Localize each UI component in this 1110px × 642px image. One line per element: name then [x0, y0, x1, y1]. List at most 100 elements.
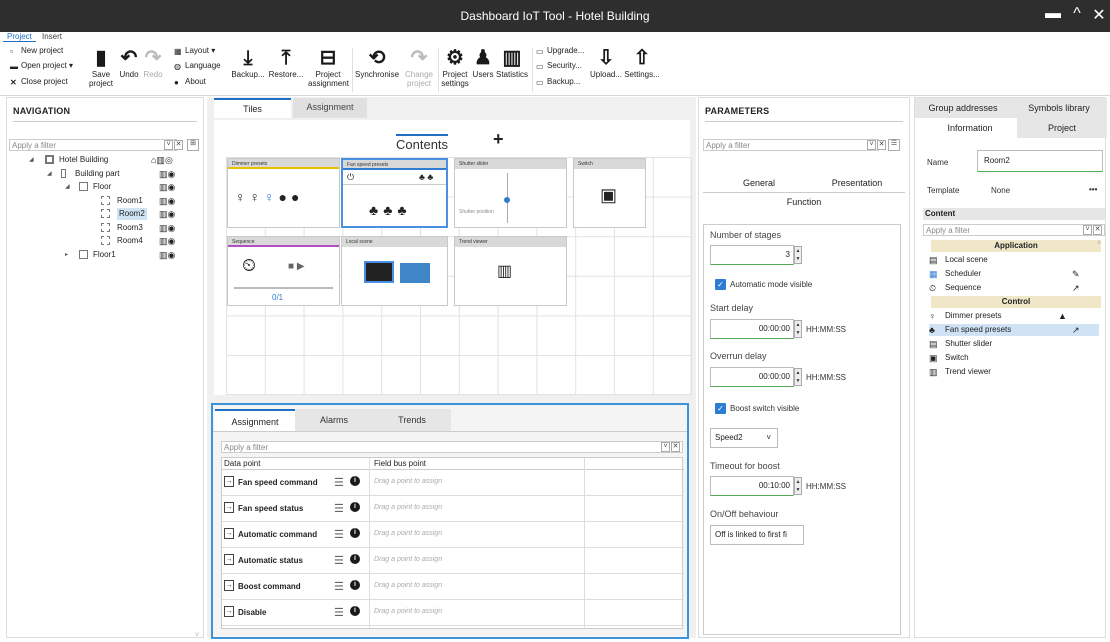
list-item[interactable]: ▣ Switch — [929, 352, 1099, 364]
tile-switch[interactable]: Switch ▣ — [573, 158, 646, 228]
list-icon[interactable]: ☰ — [334, 580, 344, 593]
security-button[interactable]: ▭ Security... — [536, 61, 582, 71]
tab-general[interactable]: General — [709, 178, 809, 188]
synchronise-button[interactable]: ⟲ Synchronise — [355, 46, 399, 79]
tile-shutter-slider[interactable]: Shutter slider Shutter position — [454, 158, 567, 228]
tree-view-icon[interactable]: ⊞ — [187, 139, 199, 151]
list-item[interactable]: ▥ Trend viewer — [929, 366, 1099, 378]
upgrade-button[interactable]: ▭ Upgrade... — [536, 46, 584, 56]
boost-speed-select[interactable]: Speed2 ˅ — [710, 428, 778, 448]
tree-item-floor1[interactable]: ▸ Floor1 ▥◉ — [7, 249, 203, 261]
filter-clear-icon[interactable]: ✕ — [671, 442, 680, 452]
table-row[interactable]: → Disable ☰ i Drag a point to assign — [222, 600, 684, 626]
list-icon[interactable]: ☰ — [334, 528, 344, 541]
more-options-icon[interactable]: ••• — [1089, 185, 1097, 194]
list-item[interactable]: ♣ Fan speed presets ↗ — [929, 324, 1099, 336]
info-icon[interactable]: i — [350, 606, 360, 616]
table-row[interactable]: → Fan speed command ☰ i Drag a point to … — [222, 470, 684, 496]
language-button[interactable]: ◍ Language — [174, 61, 221, 71]
trend-line-icon[interactable]: ↗ — [1072, 324, 1080, 336]
close-button[interactable]: ✕ — [1088, 5, 1110, 25]
device-backup-button[interactable]: ▭ Backup... — [536, 77, 580, 87]
table-row[interactable]: → Fan speed status ☰ i Drag a point to a… — [222, 496, 684, 522]
tile-fan-speed-presets[interactable]: Fan speed presets ⏻ ♣ ♣ ♣♣♣ — [341, 158, 448, 228]
table-row[interactable]: → Automatic status ☰ i Drag a point to a… — [222, 548, 684, 574]
close-project-button[interactable]: ✕ Close project — [10, 77, 68, 87]
start-delay-input[interactable]: 00:00:00 — [710, 319, 794, 339]
info-icon[interactable]: i — [350, 580, 360, 590]
minimize-button[interactable]: ▬ — [1042, 5, 1064, 23]
tile-local-scene[interactable]: Local scene — [341, 236, 448, 306]
info-icon[interactable]: i — [350, 476, 360, 486]
timeout-boost-input[interactable]: 00:10:00 — [710, 476, 794, 496]
list-item[interactable]: ⏲ Sequence ↗ — [929, 282, 1099, 294]
tile-sequence[interactable]: Sequence ⏲ ■ ▶ 0/1 — [227, 236, 340, 306]
edit-icon[interactable]: ✎ — [1072, 268, 1080, 280]
project-assignment-button[interactable]: ⊟ Project assignment — [308, 46, 349, 88]
tab-symbols-library[interactable]: Symbols library — [1011, 98, 1107, 118]
overrun-delay-input[interactable]: 00:00:00 — [710, 367, 794, 387]
tab-assignment[interactable]: Assignment — [293, 98, 367, 118]
table-row[interactable]: → Boost command ☰ i Drag a point to assi… — [222, 574, 684, 600]
list-item[interactable]: ▤ Shutter slider — [929, 338, 1099, 350]
backup-button[interactable]: ⤓ Backup... — [230, 46, 266, 79]
users-button[interactable]: ♟ Users — [472, 46, 494, 79]
tab-insert[interactable]: Insert — [38, 32, 66, 41]
slider-handle[interactable] — [504, 197, 510, 203]
upload-button[interactable]: ⇩ Upload... — [588, 46, 624, 79]
change-project-button[interactable]: ↷ Change project — [402, 46, 436, 88]
scroll-down-icon[interactable]: ˅ — [195, 632, 199, 639]
tab-assignment-sub[interactable]: Assignment — [215, 409, 295, 431]
list-icon[interactable]: ☰ — [334, 554, 344, 567]
assignment-filter-input[interactable]: Apply a filter — [221, 441, 683, 453]
tab-information[interactable]: Information — [923, 118, 1017, 138]
filter-dropdown-icon[interactable]: ˅ — [867, 140, 876, 150]
expand-icon[interactable]: ◢ — [65, 181, 70, 193]
table-row[interactable]: → Automatic command ☰ i Drag a point to … — [222, 522, 684, 548]
list-view-icon[interactable]: ☰ — [888, 139, 900, 151]
list-item[interactable]: ▤ Local scene — [929, 254, 1099, 266]
info-icon[interactable]: i — [350, 528, 360, 538]
tree-item-building-part[interactable]: ◢ Building part ▥◉ — [7, 168, 203, 180]
stages-stepper[interactable]: ▲ ▼ — [794, 246, 802, 264]
filter-dropdown-icon[interactable]: ˅ — [661, 442, 670, 452]
navigation-filter-input[interactable]: Apply a filter — [9, 139, 177, 151]
tree-item-room2[interactable]: Room2 ▥◉ — [7, 208, 203, 220]
timeout-boost-stepper[interactable]: ▲ ▼ — [794, 477, 802, 495]
layout-button[interactable]: ▦ Layout ▾ — [174, 46, 215, 56]
parameters-filter-input[interactable]: Apply a filter — [703, 139, 879, 151]
filter-dropdown-icon[interactable]: ˅ — [164, 140, 173, 150]
add-page-icon[interactable]: + — [493, 129, 504, 150]
content-filter-input[interactable]: Apply a filter — [923, 224, 1105, 236]
play-icon[interactable]: ■ ▶ — [288, 261, 305, 272]
automatic-mode-checkbox[interactable]: ✓ — [715, 279, 726, 290]
boost-switch-checkbox[interactable]: ✓ — [715, 403, 726, 414]
about-button[interactable]: ● About — [174, 77, 206, 87]
filter-clear-icon[interactable]: ✕ — [1093, 225, 1102, 235]
undo-button[interactable]: ↶ Undo — [118, 46, 140, 79]
tree-item-room1[interactable]: Room1 ▥◉ — [7, 195, 203, 207]
expand-icon[interactable]: ◢ — [29, 154, 34, 166]
maximize-button[interactable]: ^ — [1066, 5, 1088, 23]
project-settings-button[interactable]: ⚙ Project settings — [440, 46, 470, 88]
redo-button[interactable]: ↷ Redo — [142, 46, 164, 79]
list-icon[interactable]: ☰ — [334, 502, 344, 515]
statistics-button[interactable]: ▥ Statistics — [495, 46, 529, 79]
collapse-icon[interactable]: ▸ — [65, 249, 68, 261]
name-input[interactable]: Room2 — [977, 150, 1103, 172]
tree-item-floor[interactable]: ◢ Floor ▥◉ — [7, 181, 203, 193]
scroll-up-icon[interactable]: ˄ — [1097, 240, 1101, 247]
tree-item-room4[interactable]: Room4 ▥◉ — [7, 235, 203, 247]
tree-item-room3[interactable]: Room3 ▥◉ — [7, 222, 203, 234]
info-icon[interactable]: i — [350, 554, 360, 564]
overrun-delay-stepper[interactable]: ▲ ▼ — [794, 368, 802, 386]
filter-clear-icon[interactable]: ✕ — [877, 140, 886, 150]
onoff-behaviour-select[interactable]: Off is linked to first fi — [710, 525, 804, 545]
start-delay-stepper[interactable]: ▲ ▼ — [794, 320, 802, 338]
restore-button[interactable]: ⤒ Restore... — [268, 46, 304, 79]
tab-trends[interactable]: Trends — [373, 409, 451, 431]
save-project-button[interactable]: ▮ Save project — [88, 46, 114, 88]
trend-line-icon[interactable]: ↗ — [1072, 282, 1080, 294]
tile-trend-viewer[interactable]: Trend viewer ▥ — [454, 236, 567, 306]
tile-dimmer-presets[interactable]: Dimmer presets ♀♀♀●● — [227, 158, 340, 228]
